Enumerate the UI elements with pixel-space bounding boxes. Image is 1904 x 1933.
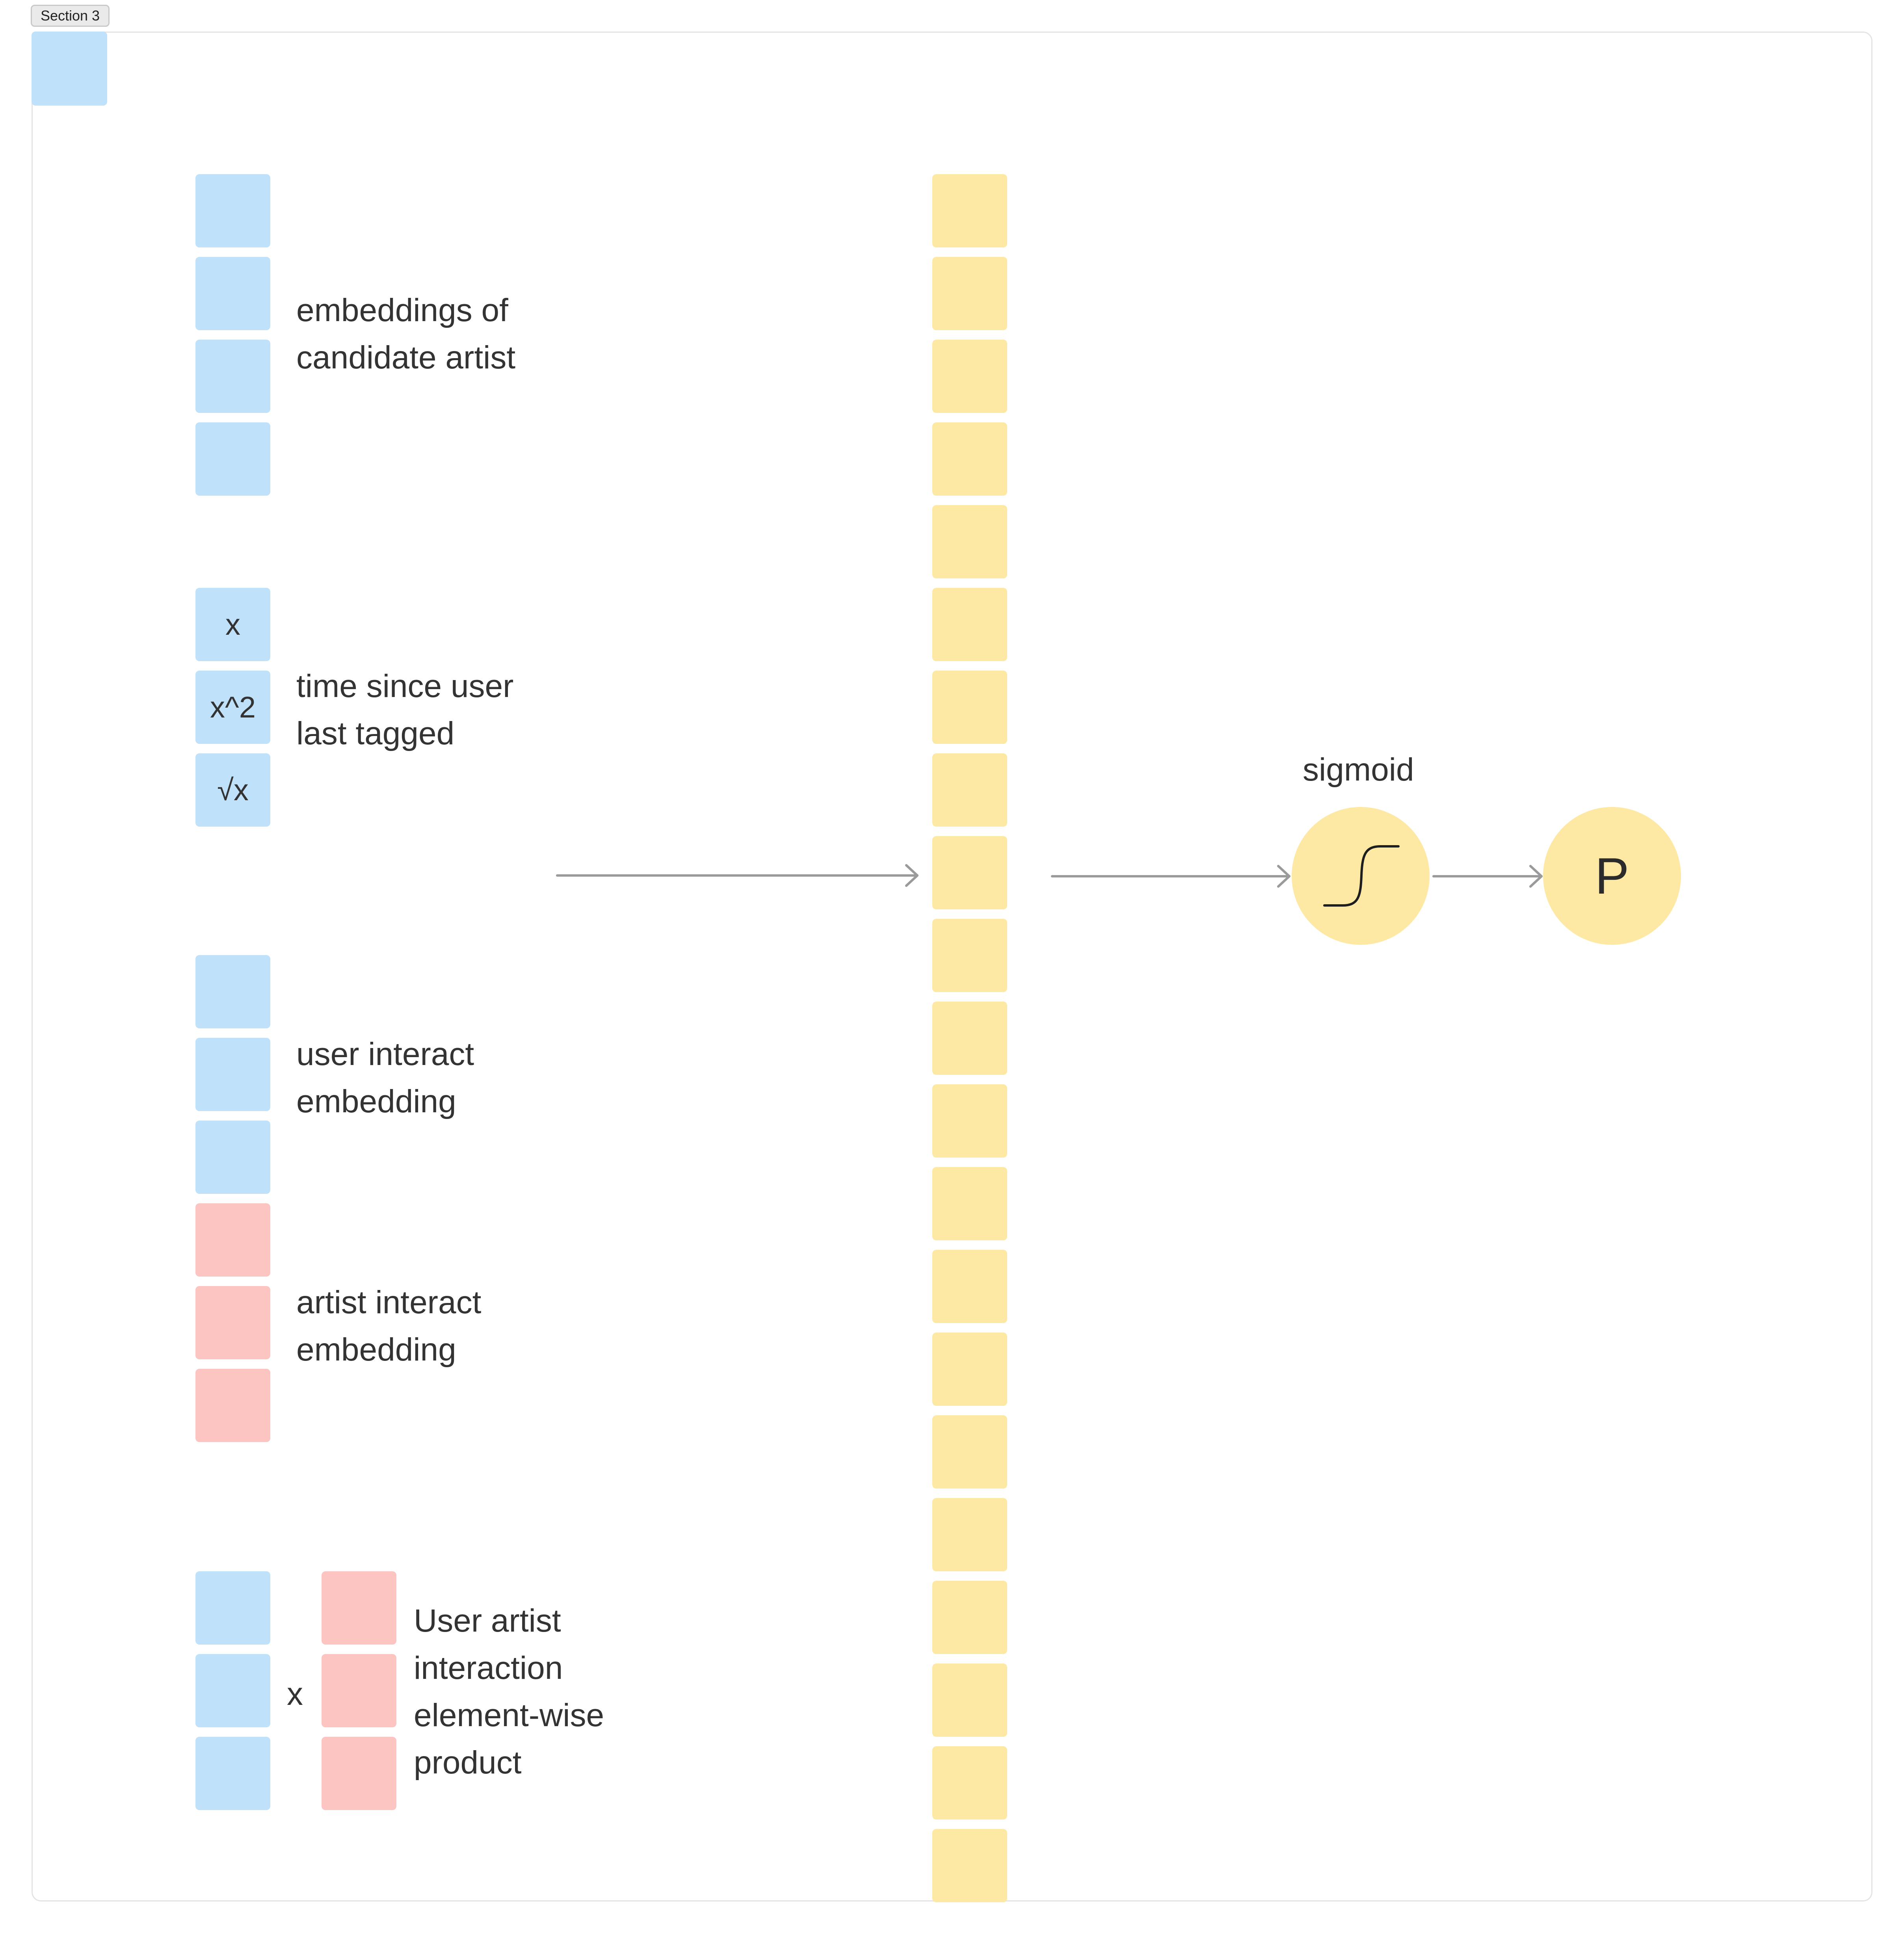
sigmoid-label: sigmoid [1303,752,1414,788]
sigmoid-node [1292,807,1430,945]
output-node: P [1543,807,1681,945]
connection-arrows [556,864,1543,888]
output-label: P [1595,847,1629,905]
sigmoid-curve-icon [1323,845,1400,907]
